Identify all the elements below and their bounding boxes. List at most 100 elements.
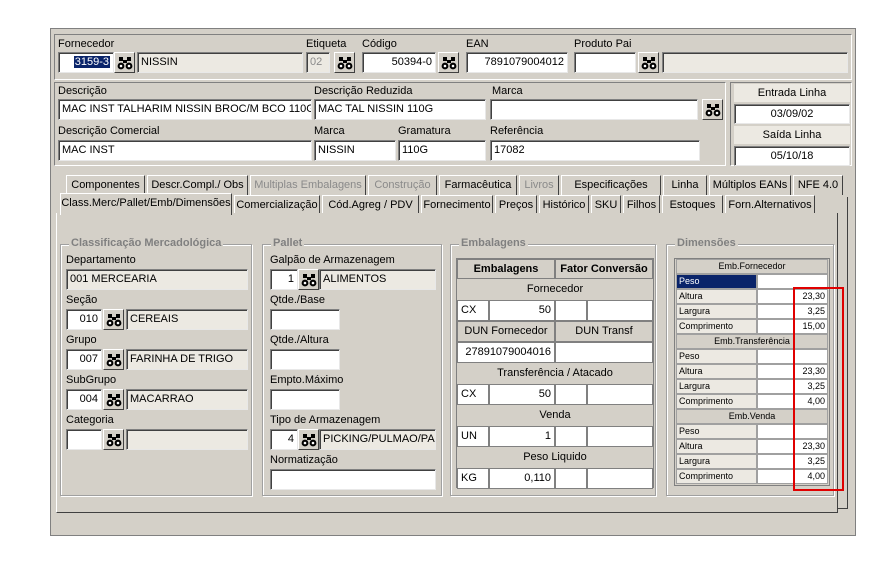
emb-venda-label: Venda (539, 409, 571, 421)
produto-pai-lookup-button[interactable] (638, 52, 659, 73)
grupo-lookup-button[interactable] (103, 349, 124, 370)
binoculars-icon (441, 55, 457, 71)
classificacao-title: Classificação Mercadológica (69, 237, 224, 249)
peso-fator2[interactable] (587, 468, 653, 489)
codigo-field[interactable]: 50394-0 (362, 52, 436, 73)
entrada-linha-label: Entrada Linha (734, 84, 850, 102)
tab-filhos[interactable]: Filhos (623, 195, 660, 215)
marca2-label: Marca (314, 125, 345, 137)
emb-venda-fator1[interactable] (555, 426, 587, 447)
tab-class-merc-pallet-emb-dimens-es[interactable]: Class.Merc/Pallet/Emb/Dimensões (60, 193, 232, 215)
descricao-field[interactable]: MAC INST TALHARIM NISSIN BROC/M BCO 110G (58, 99, 312, 120)
grupo-code-field[interactable]: 007 (66, 349, 102, 370)
dim-fornecedor-comprimento-label: Comprimento (676, 319, 757, 334)
descricao-reduzida-field[interactable]: MAC TAL NISSIN 110G (314, 99, 486, 120)
marca-label: Marca (492, 85, 523, 97)
emb-transf-fator1[interactable] (555, 384, 587, 405)
emb-transf-fator2[interactable] (587, 384, 653, 405)
peso-unit[interactable]: KG (457, 468, 489, 489)
etiqueta-lookup-button[interactable] (334, 52, 355, 73)
binoculars-icon (337, 55, 353, 71)
gramatura-field[interactable]: 110G (398, 140, 486, 161)
empto-label: Empto.Máximo (270, 374, 344, 386)
descricao-reduzida-label: Descrição Reduzida (314, 85, 413, 97)
tab-linha[interactable]: Linha (663, 175, 707, 195)
qtde-base-field[interactable] (270, 309, 340, 330)
galpao-code-field[interactable]: 1 (270, 269, 298, 290)
marca2-field[interactable]: NISSIN (314, 140, 396, 161)
tab-sku[interactable]: SKU (591, 195, 621, 215)
referencia-label: Referência (490, 125, 544, 137)
descricao-comercial-field[interactable]: MAC INST (58, 140, 312, 161)
tipo-armazenagem-label: Tipo de Armazenagem (270, 414, 381, 426)
tab-farmac-utica[interactable]: Farmacêutica (439, 175, 517, 195)
dim-venda-largura-label: Largura (676, 454, 757, 469)
categoria-lookup-button[interactable] (103, 429, 124, 450)
tab-hist-rico[interactable]: Histórico (539, 195, 589, 215)
highlight-box (793, 287, 844, 491)
secao-code-field[interactable]: 010 (66, 309, 102, 330)
qtde-altura-field[interactable] (270, 349, 340, 370)
subgrupo-lookup-button[interactable] (103, 389, 124, 410)
descricao-label: Descrição (58, 85, 107, 97)
saida-linha-field[interactable]: 05/10/18 (734, 146, 850, 166)
tab-nfe-4-0[interactable]: NFE 4.0 (793, 175, 843, 195)
emb-venda-unit[interactable]: UN (457, 426, 489, 447)
tab-pre-os[interactable]: Preços (495, 195, 537, 215)
tab-c-d-agreg-pdv[interactable]: Cód.Agreg / PDV (322, 195, 419, 215)
dun-fornecedor-field[interactable]: 27891079004016 (457, 342, 555, 363)
marca-field[interactable] (490, 99, 698, 120)
emb-fornecedor-qty[interactable]: 50 (489, 300, 555, 321)
peso-value[interactable]: 0,110 (489, 468, 555, 489)
dim-transferencia-altura-label: Altura (676, 364, 757, 379)
tab-livros[interactable]: Livros (519, 175, 559, 195)
tipo-lookup-button[interactable] (298, 429, 319, 450)
tab-estoques[interactable]: Estoques (662, 195, 723, 215)
tipo-code-field[interactable]: 4 (270, 429, 298, 450)
categoria-code-field[interactable] (66, 429, 102, 450)
tab-fornecimento[interactable]: Fornecimento (421, 195, 493, 215)
binoculars-icon (301, 432, 317, 448)
tab-multiplas-embalagens[interactable]: Multiplas Embalagens (250, 175, 366, 195)
secao-lookup-button[interactable] (103, 309, 124, 330)
tab-comercializa-o[interactable]: Comercialização (234, 195, 320, 215)
emb-venda-qty[interactable]: 1 (489, 426, 555, 447)
tab-descr-compl-obs[interactable]: Descr.Compl./ Obs (147, 175, 248, 195)
emb-fornecedor-fator1[interactable] (555, 300, 587, 321)
qtde-altura-label: Qtde./Altura (270, 334, 329, 346)
subgrupo-name-field: MACARRAO (126, 389, 248, 410)
tab-m-ltiplos-eans[interactable]: Múltiplos EANs (709, 175, 791, 195)
codigo-lookup-button[interactable] (438, 52, 459, 73)
fornecedor-code-field[interactable]: 3159-3 (58, 52, 114, 73)
produto-pai-label: Produto Pai (574, 38, 632, 50)
emb-fornecedor-fator2[interactable] (587, 300, 653, 321)
fornecedor-name-field: NISSIN (137, 52, 303, 73)
emb-venda-fator2[interactable] (587, 426, 653, 447)
binoculars-icon (641, 55, 657, 71)
emb-transf-unit[interactable]: CX (457, 384, 489, 405)
galpao-lookup-button[interactable] (298, 269, 319, 290)
normatizacao-field[interactable] (270, 469, 436, 490)
categoria-label: Categoria (66, 414, 114, 426)
ean-field[interactable]: 7891079004012 (466, 52, 568, 73)
emb-fornecedor-unit[interactable]: CX (457, 300, 489, 321)
pallet-title: Pallet (271, 237, 305, 249)
dun-transf-field[interactable] (555, 342, 653, 363)
tab-forn-alternativos[interactable]: Forn.Alternativos (725, 195, 815, 215)
peso-fator1[interactable] (555, 468, 587, 489)
tab-componentes[interactable]: Componentes (66, 175, 145, 195)
binoculars-icon (117, 55, 133, 71)
emb-transf-qty[interactable]: 50 (489, 384, 555, 405)
marca-lookup-button[interactable] (702, 99, 723, 120)
entrada-linha-field[interactable]: 03/09/02 (734, 104, 850, 124)
tab-especifica-es[interactable]: Especificações (561, 175, 661, 195)
fornecedor-lookup-button[interactable] (114, 52, 135, 73)
empto-field[interactable] (270, 389, 340, 410)
dim-venda-peso-label: Peso (676, 424, 757, 439)
dim-fornecedor-peso-label: Peso (676, 274, 757, 289)
referencia-field[interactable]: 17082 (490, 140, 700, 161)
produto-pai-field[interactable] (574, 52, 636, 73)
etiqueta-field[interactable]: 02 (306, 52, 330, 73)
tab-constru-o[interactable]: Construção (368, 175, 437, 195)
subgrupo-code-field[interactable]: 004 (66, 389, 102, 410)
